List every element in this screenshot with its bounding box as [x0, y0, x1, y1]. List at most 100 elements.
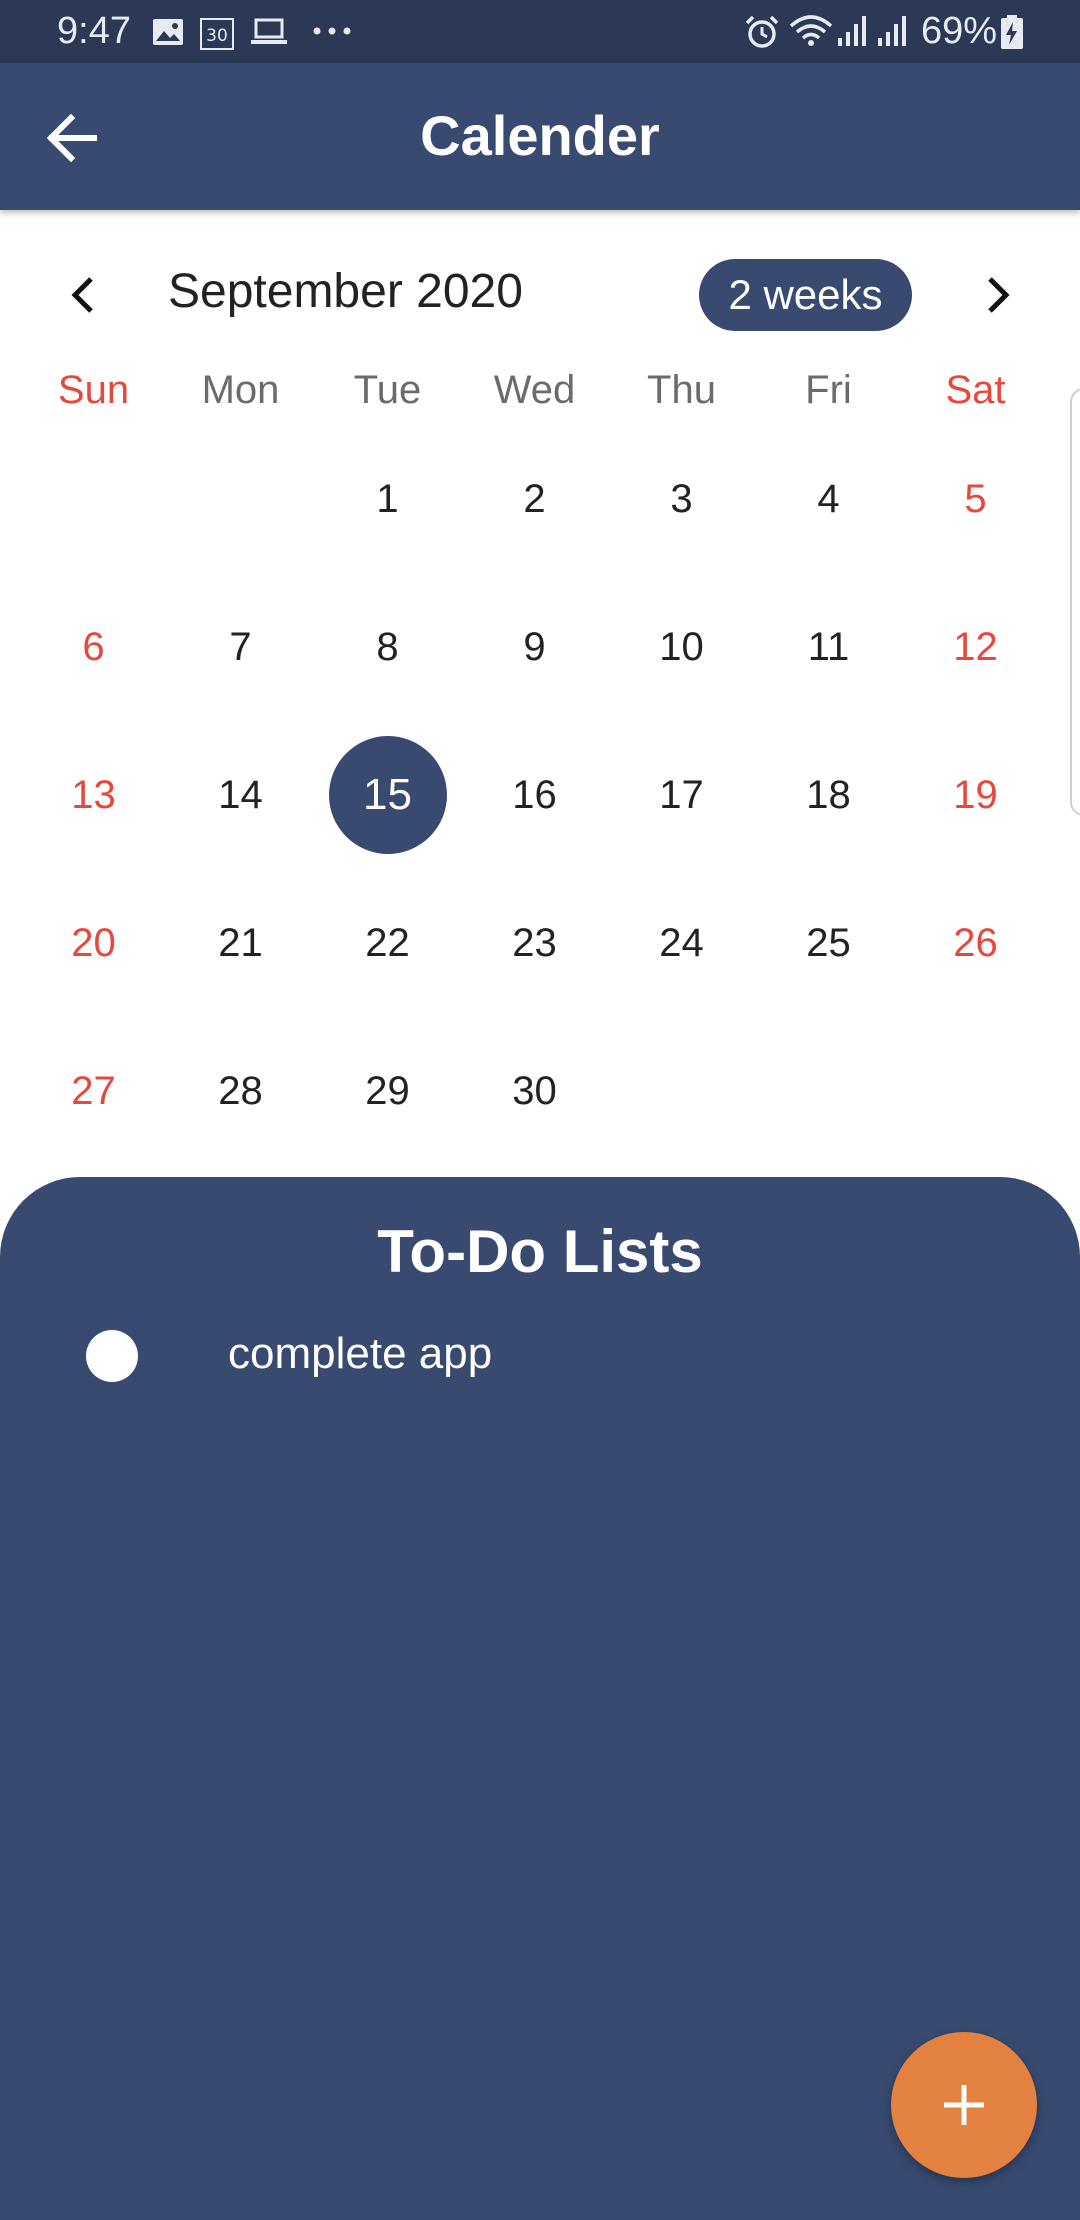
day-cell[interactable]: 11 — [755, 573, 902, 721]
calendar-grid: 1 2 3 4 5 6 7 8 9 10 11 12 13 14 15 16 17 18 19 20 21 22 23 24 2… — [20, 425, 1049, 1165]
status-bar: 9:47 30 69% — [0, 0, 1080, 63]
day-cell[interactable]: 3 — [608, 425, 755, 573]
day-number: 26 — [953, 920, 998, 965]
day-number: 1 — [376, 476, 399, 521]
page-title: Calender — [420, 104, 660, 167]
day-cell[interactable]: 14 — [167, 721, 314, 869]
weekday-label: Tue — [353, 368, 422, 412]
day-number: 23 — [512, 920, 557, 965]
day-number: 30 — [512, 1068, 557, 1113]
day-cell[interactable]: 27 — [20, 1017, 167, 1165]
day-cell[interactable]: 7 — [167, 573, 314, 721]
wifi-icon — [789, 15, 833, 46]
day-number: 5 — [964, 476, 987, 521]
day-cell[interactable]: 5 — [902, 425, 1049, 573]
edge-panel-handle[interactable] — [1070, 388, 1080, 816]
day-cell[interactable]: 6 — [20, 573, 167, 721]
day-number: 13 — [71, 772, 116, 817]
laptop-icon — [251, 18, 287, 44]
calendar-header: September 2020 2 weeks — [0, 250, 1080, 340]
app-bar: Calender — [0, 63, 1080, 210]
day-number: 2 — [523, 476, 546, 521]
day-number: 25 — [806, 920, 851, 965]
day-cell[interactable]: 22 — [314, 869, 461, 1017]
day-number: 21 — [218, 920, 263, 965]
svg-text:30: 30 — [206, 26, 228, 46]
day-cell[interactable]: 1 — [314, 425, 461, 573]
day-cell[interactable]: 2 — [461, 425, 608, 573]
day-number: 15 — [328, 736, 447, 854]
weekday-label: Sun — [57, 368, 130, 412]
todo-item[interactable]: complete app — [60, 1321, 1020, 1393]
weekday-label: Fri — [805, 368, 852, 412]
empty-day-cell — [755, 1017, 902, 1165]
weekday-label: Wed — [493, 368, 576, 412]
battery-percent: 69% — [921, 10, 998, 52]
day-number: 18 — [806, 772, 851, 817]
day-number: 12 — [953, 624, 998, 669]
day-cell[interactable]: 18 — [755, 721, 902, 869]
day-cell[interactable]: 19 — [902, 721, 1049, 869]
day-number: 11 — [807, 624, 850, 669]
empty-day-cell — [902, 1017, 1049, 1165]
weekday-row: Sun Mon Tue Wed Thu Fri Sat — [20, 368, 1049, 428]
day-cell[interactable]: 28 — [167, 1017, 314, 1165]
chevron-left-icon[interactable] — [54, 265, 114, 325]
weekday-label: Sat — [945, 368, 1006, 412]
status-time: 9:47 — [57, 10, 131, 52]
day-number: 19 — [953, 772, 998, 817]
day-cell[interactable]: 10 — [608, 573, 755, 721]
day-cell[interactable]: 20 — [20, 869, 167, 1017]
day-number: 4 — [817, 476, 840, 521]
day-number: 29 — [365, 1068, 410, 1113]
day-number: 24 — [659, 920, 704, 965]
day-number: 3 — [670, 476, 693, 521]
chevron-right-icon[interactable] — [967, 265, 1027, 325]
todo-title: To-Do Lists — [377, 1218, 703, 1285]
empty-day-cell — [167, 425, 314, 573]
plus-icon — [944, 2085, 984, 2125]
day-number: 22 — [365, 920, 410, 965]
day-number: 28 — [218, 1068, 263, 1113]
signal-icon — [878, 16, 906, 46]
day-cell[interactable]: 12 — [902, 573, 1049, 721]
day-cell[interactable]: 24 — [608, 869, 755, 1017]
calendar-format-button[interactable]: 2 weeks — [699, 259, 912, 331]
alarm-icon — [745, 15, 779, 48]
day-number: 9 — [523, 624, 546, 669]
day-number: 10 — [659, 624, 704, 669]
day-cell[interactable]: 21 — [167, 869, 314, 1017]
day-number: 8 — [376, 624, 399, 669]
day-cell[interactable]: 4 — [755, 425, 902, 573]
selected-day-cell[interactable]: 15 — [314, 721, 461, 869]
day-cell[interactable]: 25 — [755, 869, 902, 1017]
day-number: 27 — [71, 1068, 116, 1113]
empty-day-cell — [20, 425, 167, 573]
day-number: 20 — [71, 920, 116, 965]
image-icon — [153, 19, 183, 45]
todo-item-text: complete app — [228, 1329, 493, 1378]
day-cell[interactable]: 30 — [461, 1017, 608, 1165]
day-cell[interactable]: 23 — [461, 869, 608, 1017]
day-number: 14 — [218, 772, 263, 817]
weekday-label: Mon — [201, 368, 280, 412]
day-cell[interactable]: 17 — [608, 721, 755, 869]
empty-day-cell — [608, 1017, 755, 1165]
day-number: 17 — [659, 772, 704, 817]
calendar-30-icon: 30 — [200, 18, 234, 50]
add-todo-button[interactable] — [891, 2032, 1037, 2178]
signal-icon — [838, 16, 866, 46]
day-number: 6 — [82, 624, 105, 669]
weekday-label: Thu — [647, 368, 716, 412]
day-cell[interactable]: 13 — [20, 721, 167, 869]
day-cell[interactable]: 26 — [902, 869, 1049, 1017]
day-cell[interactable]: 9 — [461, 573, 608, 721]
todo-checkbox[interactable] — [86, 1330, 138, 1382]
battery-charging-icon — [1001, 15, 1023, 49]
day-cell[interactable]: 29 — [314, 1017, 461, 1165]
day-cell[interactable]: 16 — [461, 721, 608, 869]
day-cell[interactable]: 8 — [314, 573, 461, 721]
month-label: September 2020 — [168, 265, 523, 318]
day-number: 16 — [512, 772, 557, 817]
more-dots-icon — [313, 27, 351, 35]
